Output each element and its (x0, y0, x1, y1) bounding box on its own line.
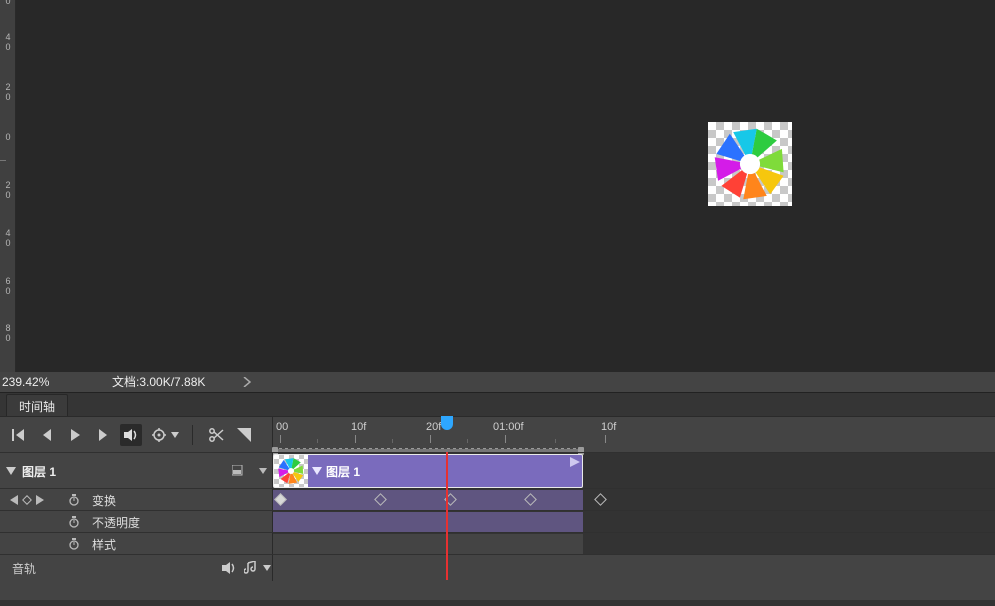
layer-name[interactable]: 图层 1 (22, 463, 56, 480)
ruler-tick-label: 4 (2, 228, 14, 238)
add-keyframe-button[interactable] (22, 495, 32, 505)
prop-opacity[interactable]: 不透明度 (92, 514, 140, 531)
layer-options-dropdown[interactable] (254, 468, 272, 474)
keyframe-track-transform[interactable] (273, 489, 995, 510)
settings-button[interactable] (148, 424, 170, 446)
keyframe-track-style[interactable] (273, 533, 995, 554)
ruler-label: 20f (426, 421, 441, 433)
keyframe-track-opacity[interactable] (273, 511, 995, 532)
prop-transform[interactable]: 变换 (92, 492, 116, 509)
tab-timeline[interactable]: 时间轴 (6, 394, 68, 416)
add-audio-button[interactable] (240, 557, 262, 579)
layer-content-pinwheel[interactable] (708, 122, 792, 206)
go-to-first-frame-button[interactable] (8, 424, 30, 446)
settings-dropdown[interactable] (170, 424, 180, 446)
transport-controls (0, 417, 272, 452)
zoom-level[interactable]: 239.42% (2, 372, 112, 392)
keyframe[interactable] (594, 493, 607, 506)
ruler-tick-label: 6 (2, 276, 14, 286)
ruler-tick-label: 0 (2, 92, 14, 102)
prev-keyframe-button[interactable] (10, 495, 18, 505)
ruler-tick-label: 0 (2, 0, 14, 6)
stopwatch-icon[interactable] (68, 516, 82, 528)
doc-size-value: 3.00K/7.88K (139, 372, 205, 392)
ruler-tick-label: 8 (2, 323, 14, 333)
status-bar: 239.42% 文档: 3.00K/7.88K (0, 372, 995, 392)
ruler-label: 00 (276, 421, 288, 433)
clip-label: 图层 1 (326, 463, 360, 480)
next-frame-button[interactable] (92, 424, 114, 446)
playhead-handle[interactable] (441, 416, 453, 430)
audio-toggle-button[interactable] (120, 424, 142, 446)
layer-options-button[interactable] (230, 465, 248, 477)
ruler-tick-label: 0 (2, 42, 14, 52)
ruler-tick-label: 0 (2, 132, 14, 142)
split-clip-button[interactable] (205, 424, 227, 446)
panel-tab-bar: 时间轴 (0, 392, 995, 416)
doc-size-label: 文档: (112, 372, 139, 392)
ruler-tick-label: 4 (2, 32, 14, 42)
audio-dropdown[interactable] (262, 557, 272, 579)
canvas[interactable] (16, 0, 995, 372)
ruler-label: 01:00f (493, 421, 524, 433)
expand-layer-icon[interactable] (6, 467, 16, 475)
audio-track-label[interactable]: 音轨 (12, 560, 36, 577)
clip-expand-icon[interactable] (312, 467, 322, 475)
ruler-tick-label: 0 (2, 333, 14, 343)
clip-end-handle-icon[interactable] (570, 457, 580, 467)
audio-mute-button[interactable] (218, 557, 240, 579)
audio-track-area[interactable] (272, 555, 995, 581)
ruler-tick-label: 0 (2, 238, 14, 248)
stopwatch-icon[interactable] (68, 494, 82, 506)
prev-frame-button[interactable] (36, 424, 58, 446)
playhead-line[interactable] (446, 452, 448, 580)
timeline-clip[interactable]: 图层 1 (273, 454, 583, 488)
time-ruler[interactable]: 00 10f 20f 01:00f 10f (273, 417, 995, 452)
play-button[interactable] (64, 424, 86, 446)
ruler-tick-label: 0 (2, 286, 14, 296)
transition-button[interactable] (233, 424, 255, 446)
ruler-tick-label: 2 (2, 82, 14, 92)
ruler-label: 10f (601, 421, 616, 433)
ruler-label: 10f (351, 421, 366, 433)
ruler-tick-label: 2 (2, 180, 14, 190)
chevron-right-icon[interactable] (243, 377, 251, 387)
stopwatch-icon[interactable] (68, 538, 82, 550)
prop-style[interactable]: 样式 (92, 536, 116, 553)
next-keyframe-button[interactable] (36, 495, 44, 505)
vertical-ruler: 0 4 0 2 0 0 2 0 4 0 6 0 8 0 (0, 0, 16, 372)
ruler-tick-label: 0 (2, 190, 14, 200)
